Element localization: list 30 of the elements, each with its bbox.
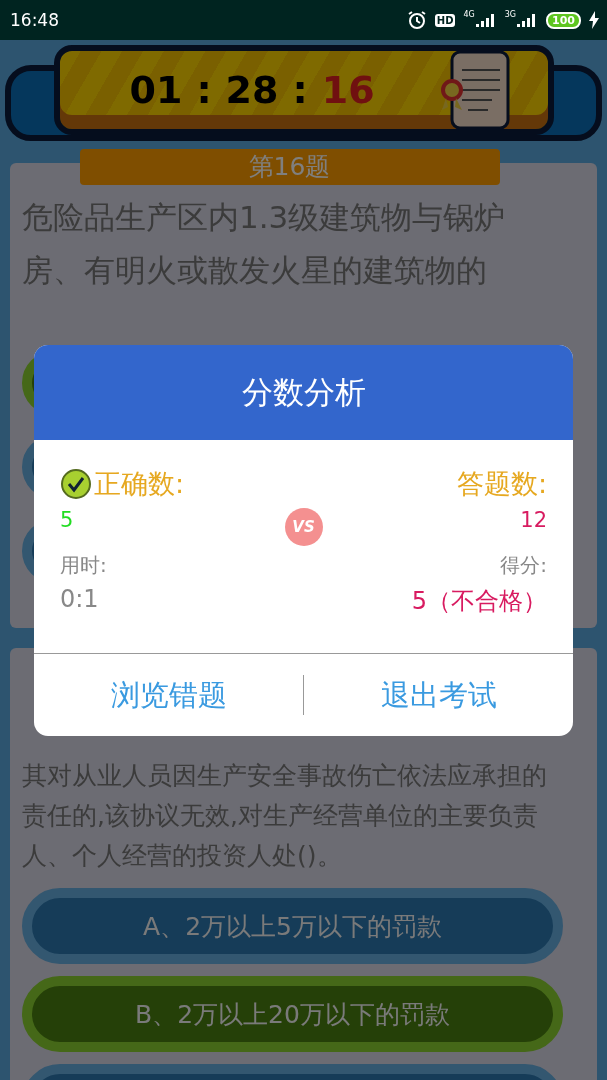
signal-icon bbox=[474, 12, 497, 28]
score-label: 得分: bbox=[500, 552, 547, 579]
answered-count: 12 bbox=[520, 508, 547, 534]
question-number: 第16题 bbox=[79, 149, 500, 185]
dialog-button[interactable]: 退出考试 bbox=[303, 675, 573, 715]
timer-separator: : bbox=[196, 68, 212, 112]
answered-label: 答题数: bbox=[456, 467, 547, 501]
network-label: 4G bbox=[463, 10, 475, 19]
checkmark-icon bbox=[60, 468, 92, 500]
question-text: 危险品生产区内1.3级建筑物与锅炉房、有明火或散发火星的建筑物的 bbox=[22, 198, 507, 290]
battery-level: 100 bbox=[546, 11, 581, 29]
status-time: 16:48 bbox=[10, 10, 60, 30]
correct-label: 正确数: bbox=[94, 467, 185, 501]
score-value: 5（不合格） bbox=[411, 586, 547, 617]
network-label: 3G bbox=[504, 10, 517, 19]
answer-option[interactable]: B、2万以上20万以下的罚款 bbox=[22, 976, 563, 1052]
dialog-button[interactable]: 浏览错题 bbox=[34, 675, 303, 715]
alarm-icon bbox=[406, 10, 427, 30]
dialog-title: 分数分析 bbox=[34, 345, 573, 440]
answer-option[interactable]: A、2万以上5万以下的罚款 bbox=[22, 888, 563, 964]
timer-seconds: 16 bbox=[321, 68, 375, 112]
correct-count: 5 bbox=[60, 508, 74, 534]
time-value: 0:1 bbox=[60, 585, 99, 615]
timer-hours: 01 bbox=[129, 68, 183, 112]
question-text: 其对从业人员因生产安全事故伤亡依法应承担的责任的,该协议无效,对生产经营单位的主要负责人、个人经营的投资人处()。 bbox=[22, 760, 548, 872]
vs-badge: VS bbox=[284, 508, 323, 546]
hd-badge: HD bbox=[434, 13, 456, 27]
time-label: 用时: bbox=[60, 552, 107, 579]
timer-minutes: 28 bbox=[225, 68, 279, 112]
timer-separator: : bbox=[292, 68, 308, 112]
